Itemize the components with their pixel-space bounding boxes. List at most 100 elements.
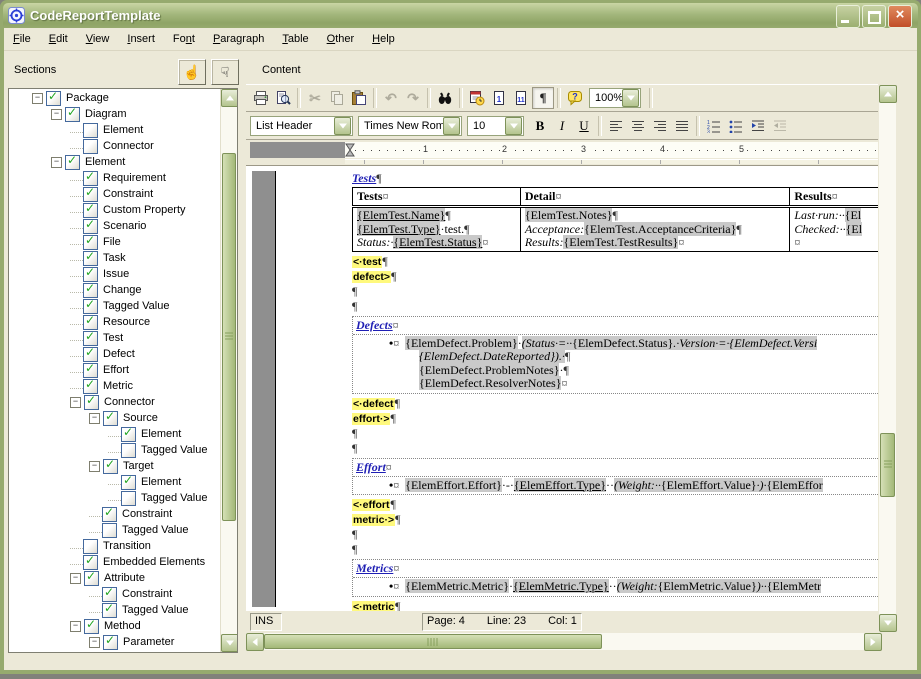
tree-item[interactable]: −✓Package [10, 90, 220, 106]
minimize-button[interactable] [836, 5, 860, 28]
checkbox[interactable]: ✓ [83, 347, 98, 362]
checkbox[interactable]: ✓ [103, 459, 118, 474]
underline-button[interactable]: U [573, 115, 595, 137]
menu-table[interactable]: Table [273, 29, 317, 50]
checkbox[interactable]: ✓ [83, 379, 98, 394]
decrease-indent-button[interactable] [769, 115, 791, 137]
tree-item[interactable]: Transition [10, 538, 220, 554]
tree-item[interactable]: ✓Effort [10, 362, 220, 378]
checkbox[interactable]: ✓ [121, 427, 136, 442]
tree-item[interactable]: ✓Custom Property [10, 202, 220, 218]
hand-down-button[interactable]: ☟ [211, 59, 239, 85]
tree-scrollbar[interactable] [220, 89, 237, 652]
tree-item[interactable]: ✓Scenario [10, 218, 220, 234]
tree-item[interactable]: −✓Parameter [10, 634, 220, 650]
ruler[interactable]: 12345 [246, 140, 878, 165]
scroll-right-button[interactable] [864, 633, 882, 651]
undo-button[interactable]: ↶ [380, 87, 402, 109]
align-right-button[interactable] [649, 115, 671, 137]
tree-item[interactable]: ✓Metric [10, 378, 220, 394]
tree-item[interactable]: −✓Attribute [10, 570, 220, 586]
help-button[interactable]: ? [564, 87, 586, 109]
tree-item[interactable]: ✓Defect [10, 346, 220, 362]
checkbox[interactable]: ✓ [83, 267, 98, 282]
checkbox[interactable]: ✓ [83, 299, 98, 314]
checkbox[interactable]: ✓ [102, 587, 117, 602]
find-button[interactable] [434, 87, 456, 109]
cut-button[interactable]: ✂ [304, 87, 326, 109]
align-justify-button[interactable] [671, 115, 693, 137]
tree-expander[interactable]: − [89, 461, 100, 472]
copy-button[interactable] [326, 87, 348, 109]
numbered-list-button[interactable]: 123 [703, 115, 725, 137]
vertical-scrollbar[interactable] [879, 85, 896, 632]
checkbox[interactable]: ✓ [83, 219, 98, 234]
tree-expander[interactable]: − [32, 93, 43, 104]
checkbox[interactable]: ✓ [83, 315, 98, 330]
checkbox[interactable]: ✓ [102, 603, 117, 618]
checkbox[interactable]: ✓ [121, 475, 136, 490]
redo-button[interactable]: ↷ [402, 87, 424, 109]
checkbox[interactable]: ✓ [84, 571, 99, 586]
bold-button[interactable]: B [529, 115, 551, 137]
tree-item[interactable]: ✓Constraint [10, 186, 220, 202]
tree-item[interactable]: Tagged Value [10, 522, 220, 538]
menu-file[interactable]: File [4, 29, 40, 50]
tree-expander[interactable]: − [51, 109, 62, 120]
checkbox[interactable]: ✓ [65, 107, 80, 122]
tree-item[interactable]: ✓Issue [10, 266, 220, 282]
vertical-scrollbar-thumb[interactable] [880, 433, 895, 497]
document-area[interactable]: Tests¶Tests¤Detail¤Results¤{ElemTest.Nam… [246, 165, 878, 612]
tree-item[interactable]: ✓Tagged Value [10, 298, 220, 314]
tree-item[interactable]: ✓Tagged Value [10, 602, 220, 618]
checkbox[interactable]: ✓ [83, 171, 98, 186]
hand-up-button[interactable]: ☝ [178, 59, 206, 85]
tree-item[interactable]: ✓Change [10, 282, 220, 298]
checkbox[interactable]: ✓ [46, 91, 61, 106]
increase-indent-button[interactable] [747, 115, 769, 137]
checkbox[interactable]: ✓ [84, 395, 99, 410]
checkbox[interactable] [121, 491, 136, 506]
paragraph-style-select[interactable]: List Header [250, 116, 353, 136]
menu-help[interactable]: Help [363, 29, 404, 50]
tree-item[interactable]: −✓Source [10, 410, 220, 426]
align-center-button[interactable] [627, 115, 649, 137]
tree-expander[interactable]: − [89, 637, 100, 648]
horizontal-scrollbar[interactable] [246, 633, 882, 650]
style-dropdown-button[interactable] [334, 117, 351, 135]
tree-item[interactable]: −✓Target [10, 458, 220, 474]
tree-expander[interactable]: − [51, 157, 62, 168]
insert-page-count-button[interactable]: 11 [510, 87, 532, 109]
tree-item[interactable]: −✓Diagram [10, 106, 220, 122]
checkbox[interactable]: ✓ [83, 187, 98, 202]
print-preview-button[interactable] [272, 87, 294, 109]
tree-expander[interactable]: − [70, 621, 81, 632]
tree-item[interactable]: ✓Embedded Elements [10, 554, 220, 570]
tree-item[interactable]: ✓Test [10, 330, 220, 346]
close-button[interactable]: × [888, 5, 912, 28]
tree-item[interactable]: ✓Element [10, 426, 220, 442]
checkbox[interactable]: ✓ [83, 251, 98, 266]
checkbox[interactable]: ✓ [65, 155, 80, 170]
tree-expander[interactable]: − [70, 573, 81, 584]
title-bar[interactable]: CodeReportTemplate × [3, 3, 918, 28]
tree-scroll-down-button[interactable] [221, 634, 238, 652]
tree-item[interactable]: −✓Element [10, 154, 220, 170]
checkbox[interactable] [102, 523, 117, 538]
tree-item[interactable]: Tagged Value [10, 490, 220, 506]
italic-button[interactable]: I [551, 115, 573, 137]
tree-item[interactable]: ✓Constraint [10, 506, 220, 522]
tree-item[interactable]: ✓Resource [10, 314, 220, 330]
checkbox[interactable]: ✓ [83, 235, 98, 250]
tree-item[interactable]: ✓Element [10, 474, 220, 490]
tree-expander[interactable]: − [89, 413, 100, 424]
maximize-button[interactable] [862, 5, 886, 28]
tree-expander[interactable]: − [70, 397, 81, 408]
menu-other[interactable]: Other [318, 29, 364, 50]
insert-page-number-button[interactable]: 1 [488, 87, 510, 109]
checkbox[interactable]: ✓ [83, 331, 98, 346]
tree-item[interactable]: ✓Task [10, 250, 220, 266]
tree-scrollbar-thumb[interactable] [222, 153, 236, 521]
paste-button[interactable] [348, 87, 370, 109]
checkbox[interactable]: ✓ [83, 283, 98, 298]
